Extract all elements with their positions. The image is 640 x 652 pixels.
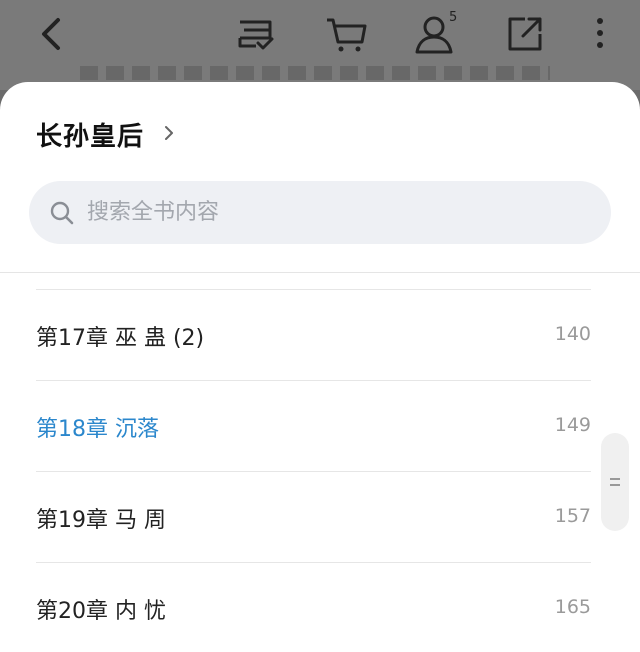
chapter-page: 149 [554, 414, 591, 436]
chapter-title: 第19章 马 周 [36, 508, 166, 533]
chapter-item[interactable]: 第19章 马 周 157 [36, 472, 591, 562]
chapter-page: 165 [554, 596, 591, 618]
chapter-sheet: 长孙皇后 第17章 巫 蛊 (2) 140 第18章 沉落 149 第19章 马… [0, 82, 640, 652]
chapter-title: 第17章 巫 蛊 (2) [36, 326, 205, 351]
header-divider [0, 272, 640, 273]
chapter-item[interactable]: 第20章 内 忧 165 [36, 563, 591, 652]
search-input[interactable] [87, 181, 587, 244]
grip-line [610, 478, 620, 480]
chapter-page: 157 [554, 505, 591, 527]
book-title[interactable]: 长孙皇后 [36, 116, 144, 153]
cart-icon[interactable] [324, 12, 368, 56]
obscured-page-text [80, 66, 550, 80]
back-arrow-icon[interactable] [30, 12, 74, 56]
chapter-title: 第20章 内 忧 [36, 599, 166, 624]
chapter-list: 第17章 巫 蛊 (2) 140 第18章 沉落 149 第19章 马 周 15… [36, 289, 591, 652]
search-icon [50, 201, 74, 225]
bookmark-list-icon[interactable] [234, 12, 278, 56]
chapter-page: 140 [554, 323, 591, 345]
chapter-title: 第18章 沉落 [36, 417, 159, 442]
notification-count: 5 [449, 10, 458, 25]
scrollbar-thumb[interactable] [601, 433, 629, 531]
share-external-icon[interactable] [503, 12, 547, 56]
chapter-item-current[interactable]: 第18章 沉落 149 [36, 381, 591, 471]
search-bar[interactable] [29, 181, 611, 244]
chapter-item[interactable]: 第17章 巫 蛊 (2) 140 [36, 290, 591, 380]
chevron-right-icon[interactable] [162, 124, 176, 142]
more-vertical-icon[interactable] [578, 12, 622, 56]
grip-line [610, 484, 620, 486]
